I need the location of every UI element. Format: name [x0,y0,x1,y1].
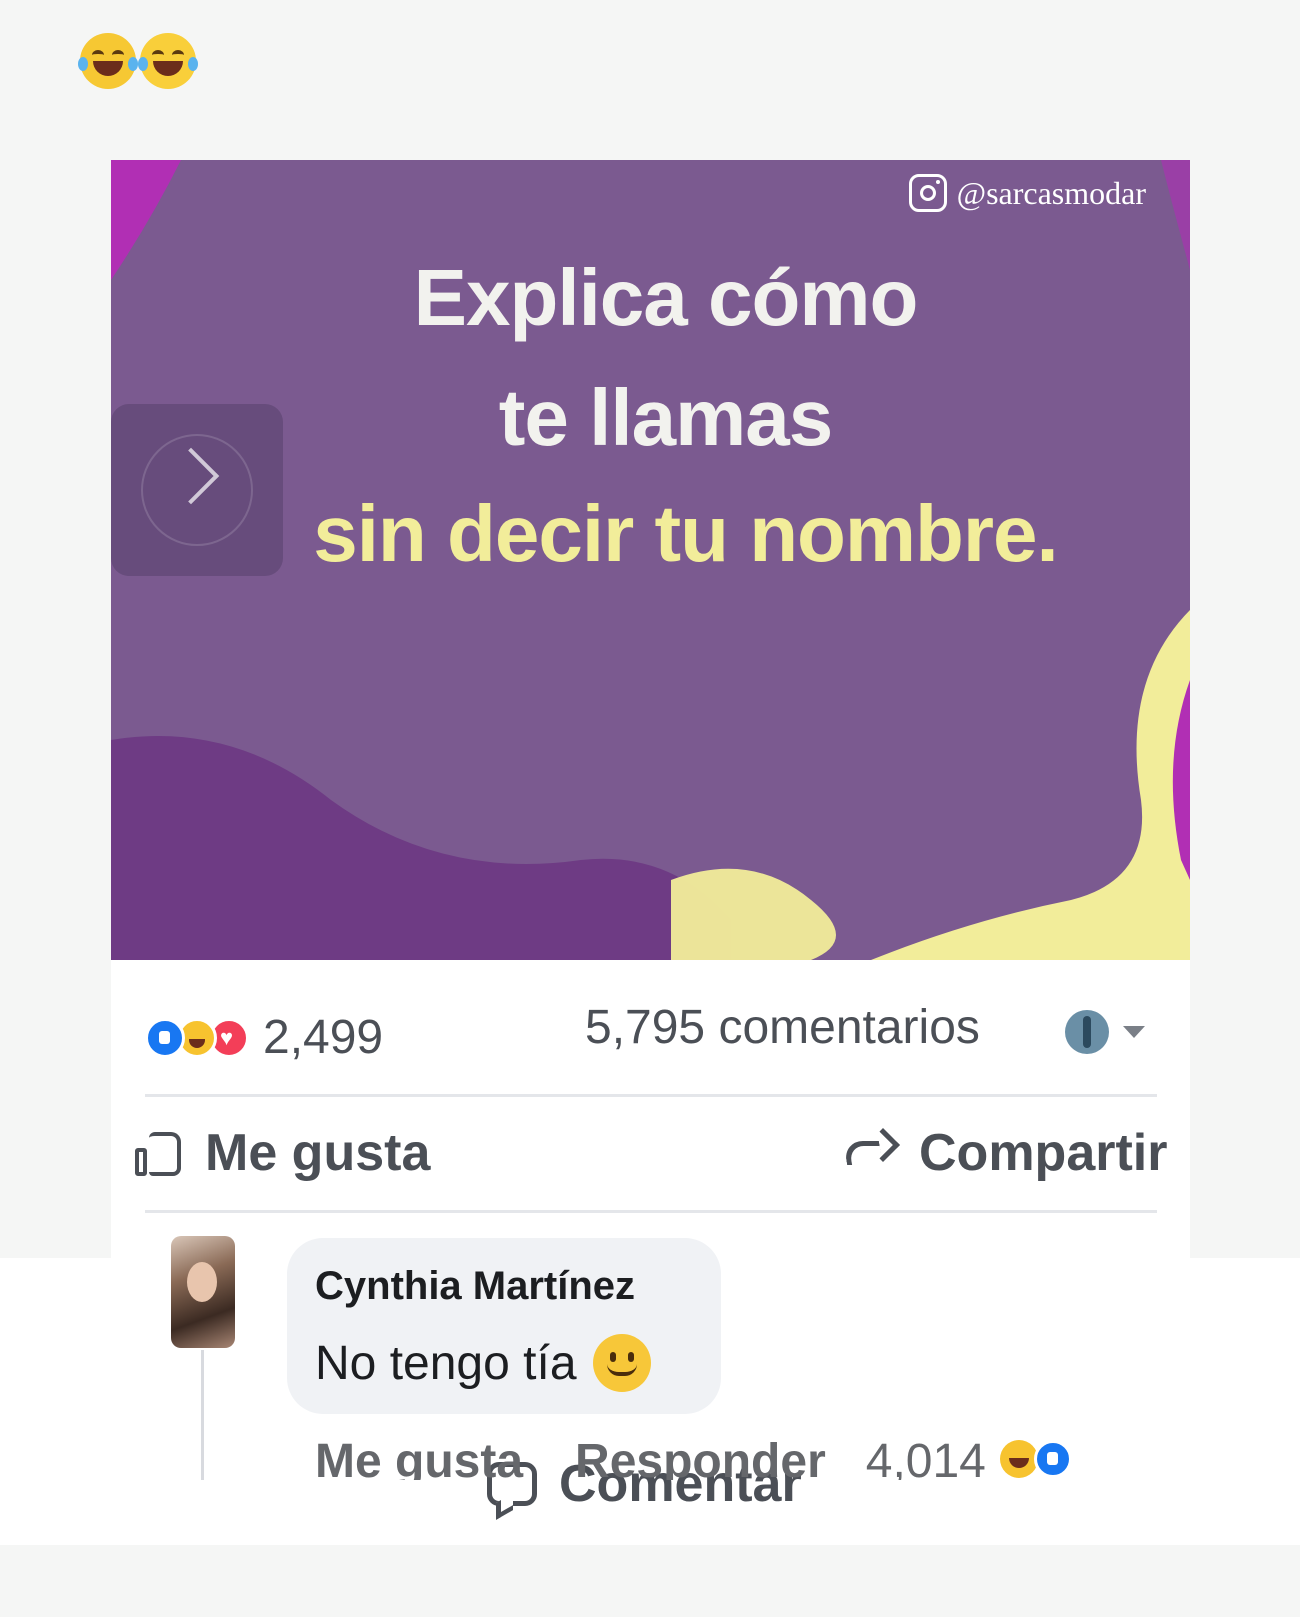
avatar[interactable] [171,1236,235,1348]
reaction-summary[interactable]: 2,499 [145,1010,383,1065]
share-arrow-icon [845,1131,897,1175]
reaction-count: 2,499 [263,1011,384,1064]
comment-like-button[interactable]: Me gusta [315,1434,523,1480]
watermark-handle: @sarcasmodar [956,174,1146,211]
comment-text-content: No tengo tía [315,1336,577,1390]
comment: Cynthia Martínez No tengo tía Me gusta R… [111,1214,1190,1480]
like-button-label: Me gusta [205,1124,431,1182]
share-button[interactable]: Compartir [845,1123,1167,1183]
thread-line [201,1350,204,1480]
post-card: 2,499 5,795 comentarios Me gusta Comenta… [111,960,1190,1513]
headline-line-1: Explica cómo [413,253,919,342]
divider [145,1210,1157,1213]
comment-reply-button[interactable]: Responder [575,1434,826,1480]
post-actions: Me gusta Comentar Compartir [111,1097,1190,1513]
caret-down-icon[interactable] [1123,1026,1145,1038]
comment-bubble: Cynthia Martínez No tengo tía [287,1238,721,1414]
globe-icon[interactable] [1065,1010,1109,1054]
instagram-icon [908,174,947,212]
like-reaction-icon [145,1017,185,1058]
haha-reaction-icon [999,1440,1038,1478]
comment-text: No tengo tía [315,1334,651,1392]
thumbs-up-icon [135,1128,183,1178]
like-button[interactable]: Me gusta [135,1123,430,1183]
comment-reaction-count[interactable]: 4,014 [866,1434,986,1480]
post-image[interactable]: @sarcasmodar Explica cómo te llamas sin … [111,160,1190,960]
like-reaction-icon [1033,1440,1072,1478]
watermark: @sarcasmodar [908,174,1146,212]
post-stats: 2,499 5,795 comentarios [111,960,1190,1096]
header-emojis [78,30,198,92]
share-button-label: Compartir [919,1124,1168,1182]
comment-actions: Me gusta Responder 4,014 [315,1434,1072,1480]
comment-count-link[interactable]: 5,795 comentarios [585,1000,980,1055]
comment-author[interactable]: Cynthia Martínez [315,1264,635,1309]
face-with-tears-of-joy-icon [78,33,138,89]
slightly-smiling-face-icon [592,1334,651,1392]
face-with-tears-of-joy-icon [138,33,198,89]
next-image-button[interactable] [111,404,283,576]
